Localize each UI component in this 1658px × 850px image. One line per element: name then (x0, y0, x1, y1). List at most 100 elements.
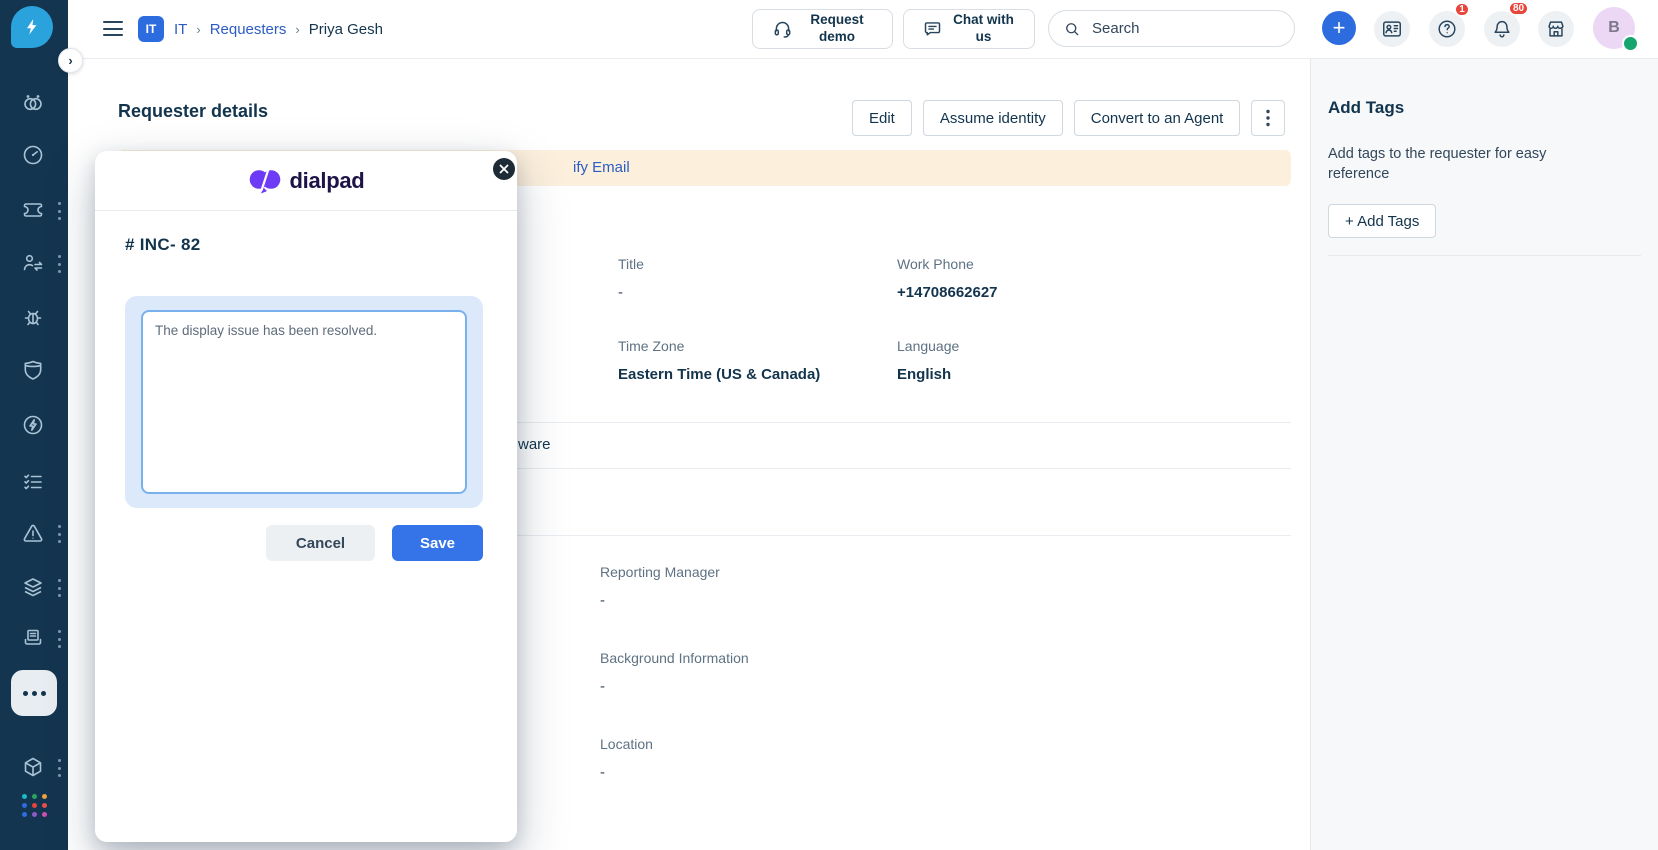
add-tags-description: Add tags to the requester for easy refer… (1328, 146, 1547, 183)
sidebar-item-sandbox[interactable] (21, 413, 45, 437)
sidebar-item-tasks[interactable] (21, 470, 45, 494)
sidebar-problems-overflow[interactable] (55, 525, 63, 543)
checklist-icon (24, 474, 42, 490)
field-value-reporting-manager: - (600, 592, 605, 609)
field-value-work-phone: +14708662627 (897, 284, 998, 301)
convert-to-agent-button[interactable]: Convert to an Agent (1073, 100, 1241, 136)
modal-header: dialpad (95, 151, 517, 211)
note-textarea[interactable]: The display issue has been resolved. (141, 310, 467, 494)
save-button[interactable]: Save (392, 525, 483, 561)
dialpad-brand-label: dialpad (289, 167, 365, 193)
modal-close-button[interactable] (493, 158, 515, 180)
kebab-icon (1266, 109, 1271, 127)
breadcrumb-current: Priya Gesh (308, 20, 383, 38)
field-value-title: - (618, 284, 623, 301)
bell-icon (1494, 20, 1510, 38)
sidebar-item-requesters[interactable] (21, 251, 45, 275)
add-tags-button[interactable]: + Add Tags (1328, 204, 1437, 238)
presence-indicator (1622, 35, 1639, 52)
quick-create-button[interactable]: + (1322, 11, 1356, 45)
sidebar-tickets-overflow[interactable] (55, 202, 63, 220)
dialpad-logo-icon (249, 168, 280, 193)
add-tags-panel: Add Tags Add tags to the requester for e… (1310, 58, 1658, 850)
search-icon (1066, 22, 1079, 35)
copilot-icon (24, 95, 42, 111)
field-value-language: English (897, 366, 952, 383)
sidebar-item-tickets[interactable] (21, 198, 45, 222)
breadcrumb-requesters[interactable]: Requesters (210, 21, 287, 38)
field-label-work-phone: Work Phone (897, 256, 974, 272)
search-input[interactable] (1090, 19, 1264, 38)
field-value-background-information: - (600, 678, 605, 695)
sidebar-item-dashboard[interactable] (21, 143, 45, 167)
chevron-right-icon: › (68, 53, 73, 68)
id-card-icon (1383, 21, 1401, 37)
bolt-circle-icon (23, 415, 43, 435)
question-circle-icon (1438, 20, 1456, 38)
top-navbar: IT IT › Requesters › Priya Gesh Request … (68, 0, 1658, 59)
marketplace-button[interactable] (1538, 11, 1574, 47)
headset-icon (774, 21, 791, 38)
sidebar-requesters-overflow[interactable] (55, 255, 63, 273)
sidebar-item-problems[interactable] (21, 521, 45, 545)
sidebar (0, 0, 68, 850)
sidebar-contracts-overflow[interactable] (55, 630, 63, 648)
sidebar-item-changes[interactable] (21, 575, 45, 599)
notifications-button[interactable] (1484, 11, 1520, 47)
sidebar-assets-overflow[interactable] (55, 759, 63, 777)
layers-icon (24, 578, 42, 597)
chevron-right-icon: › (196, 21, 201, 37)
cancel-button[interactable]: Cancel (266, 525, 375, 561)
add-tags-title: Add Tags (1328, 98, 1405, 117)
chat-with-us-button[interactable]: Chat with us (903, 9, 1035, 49)
edit-button[interactable]: Edit (852, 100, 912, 136)
close-icon (499, 164, 509, 174)
dashboard-icon (23, 145, 43, 165)
sidebar-changes-overflow[interactable] (55, 579, 63, 597)
workspace-badge[interactable]: IT (138, 16, 164, 42)
lightning-bolt-icon (27, 19, 37, 35)
sidebar-item-copilot[interactable] (21, 91, 45, 115)
bug-icon (24, 310, 42, 326)
sidebar-item-contracts[interactable] (21, 626, 45, 650)
sidebar-expand-button[interactable]: › (58, 48, 83, 73)
avatar-initial: B (1608, 19, 1620, 36)
section-tab-fragment[interactable]: ware (518, 436, 551, 453)
sidebar-item-assets[interactable] (21, 755, 45, 779)
notifications-badge: 80 (1508, 1, 1530, 16)
chat-with-us-label: Chat with us (953, 12, 1014, 44)
warning-triangle-icon (23, 524, 43, 542)
contacts-directory-button[interactable] (1374, 11, 1410, 47)
app-switcher-icon[interactable] (22, 794, 48, 817)
field-label-background-information: Background Information (600, 650, 749, 666)
global-search[interactable] (1048, 10, 1295, 47)
assume-identity-button[interactable]: Assume identity (922, 100, 1063, 136)
sidebar-item-bugs[interactable] (21, 305, 45, 329)
breadcrumb: IT › Requesters › Priya Gesh (174, 0, 383, 58)
ticket-id: # INC- 82 (125, 235, 201, 254)
freshservice-logo[interactable] (11, 6, 53, 48)
field-label-reporting-manager: Reporting Manager (600, 564, 720, 580)
field-value-location: - (600, 764, 605, 781)
field-value-time-zone: Eastern Time (US & Canada) (618, 366, 821, 383)
request-demo-button[interactable]: Request demo (752, 9, 893, 49)
user-avatar[interactable]: B (1593, 7, 1639, 52)
menu-toggle-button[interactable] (103, 21, 123, 36)
field-label-location: Location (600, 736, 653, 752)
help-badge: 1 (1454, 2, 1470, 17)
breadcrumb-it[interactable]: IT (174, 21, 187, 38)
sidebar-item-more[interactable] (11, 670, 57, 716)
sidebar-item-security[interactable] (21, 358, 45, 382)
ticket-icon (23, 203, 43, 217)
shield-icon (24, 360, 42, 380)
document-tray-icon (24, 629, 42, 645)
chat-bubble-icon (924, 21, 940, 35)
app-root: Requester details Edit Assume identity C… (0, 0, 1658, 850)
more-actions-button[interactable] (1251, 100, 1286, 136)
verify-email-link[interactable]: ify Email (573, 159, 630, 176)
field-label-language: Language (897, 338, 960, 354)
chevron-right-icon: › (295, 21, 300, 37)
plus-icon: + (1332, 15, 1346, 40)
page-actions: Edit Assume identity Convert to an Agent (852, 100, 1286, 136)
field-label-title: Title (618, 256, 644, 272)
